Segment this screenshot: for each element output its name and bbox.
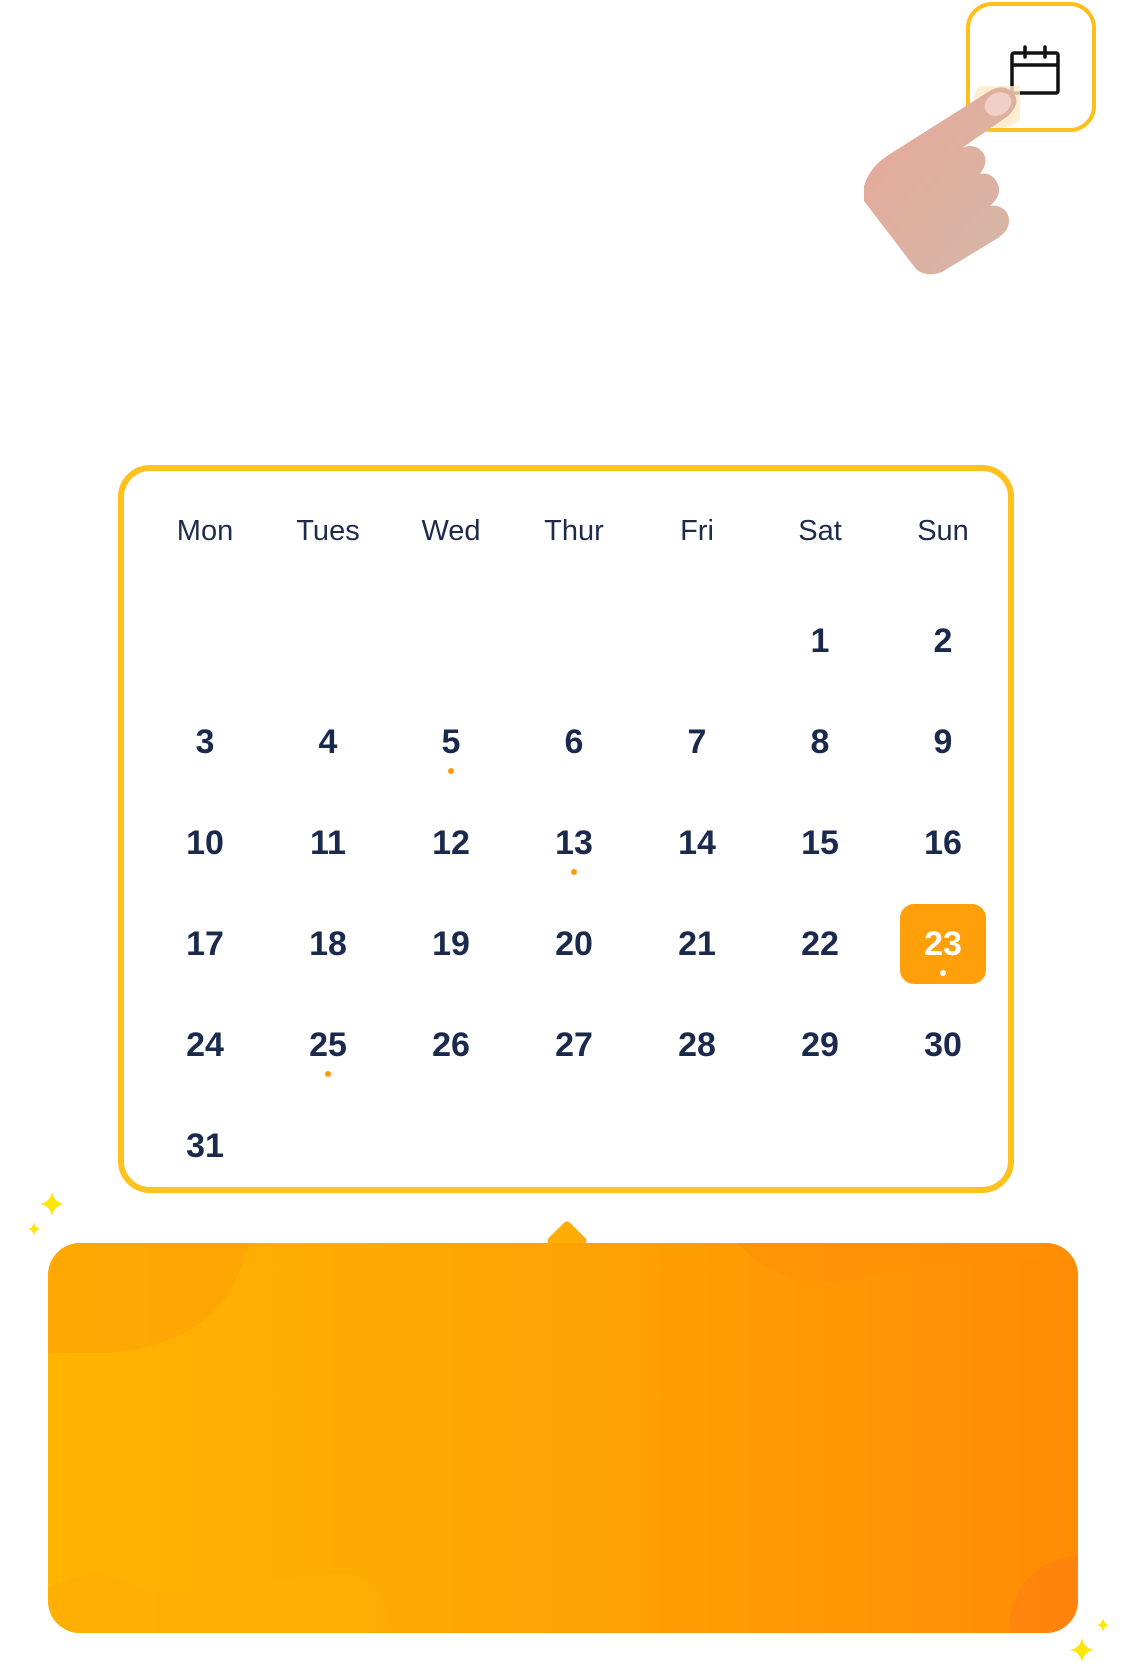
- day-number: 15: [801, 824, 839, 862]
- day-number: 29: [801, 1026, 839, 1064]
- day-cell[interactable]: 7: [654, 702, 740, 782]
- day-cell[interactable]: 4: [285, 702, 371, 782]
- sparkle-icon: [1070, 1618, 1109, 1662]
- event-dot: [325, 1071, 331, 1077]
- day-cell[interactable]: 16: [900, 803, 986, 883]
- day-number: 30: [924, 1026, 962, 1064]
- day-cell[interactable]: 29: [777, 1005, 863, 1085]
- weekday-label: Fri: [680, 515, 714, 547]
- event-dot: [940, 970, 946, 976]
- day-cell[interactable]: 11: [285, 803, 371, 883]
- day-number: 24: [186, 1026, 224, 1064]
- day-number: 9: [933, 723, 953, 761]
- day-cell[interactable]: 6: [531, 702, 617, 782]
- day-cell[interactable]: 2: [900, 601, 986, 681]
- day-cell[interactable]: 22: [777, 904, 863, 984]
- day-number: 28: [678, 1026, 716, 1064]
- day-number: 6: [564, 723, 584, 761]
- day-number: 14: [678, 824, 716, 862]
- weekday-label: Sat: [798, 515, 842, 547]
- day-cell[interactable]: 26: [408, 1005, 494, 1085]
- day-number: 10: [186, 824, 224, 862]
- day-number: 8: [810, 723, 830, 761]
- day-number: 18: [309, 925, 347, 963]
- day-cell[interactable]: 3: [162, 702, 248, 782]
- day-cell[interactable]: 19: [408, 904, 494, 984]
- pointing-hand-icon: [864, 86, 1020, 275]
- day-number: 2: [933, 622, 953, 660]
- day-number: 4: [318, 723, 338, 761]
- day-number: 17: [186, 925, 224, 963]
- day-number: 31: [186, 1127, 224, 1165]
- day-cell[interactable]: 31: [162, 1106, 248, 1186]
- weekday-header: Mon Tues Wed Thur Fri Sat Sun: [124, 515, 1008, 555]
- day-cell[interactable]: 18: [285, 904, 371, 984]
- day-cell[interactable]: 24: [162, 1005, 248, 1085]
- day-cell[interactable]: 21: [654, 904, 740, 984]
- weekday-label: Mon: [176, 515, 234, 547]
- day-number: 1: [810, 622, 830, 660]
- day-number: 11: [310, 824, 346, 862]
- event-dot: [571, 869, 577, 875]
- day-number: 23: [924, 925, 962, 963]
- day-number: 27: [555, 1026, 593, 1064]
- day-cell[interactable]: 27: [531, 1005, 617, 1085]
- day-cell[interactable]: 9: [900, 702, 986, 782]
- day-number: 22: [801, 925, 839, 963]
- day-cell[interactable]: 12: [408, 803, 494, 883]
- weekday-label: Tues: [296, 515, 360, 547]
- day-cell[interactable]: 28: [654, 1005, 740, 1085]
- day-cell[interactable]: 30: [900, 1005, 986, 1085]
- day-cell[interactable]: 10: [162, 803, 248, 883]
- weekday-label: Thur: [544, 515, 604, 547]
- day-number: 12: [432, 824, 470, 862]
- day-number: 26: [432, 1026, 470, 1064]
- day-cell[interactable]: 8: [777, 702, 863, 782]
- day-cell[interactable]: 14: [654, 803, 740, 883]
- day-cell[interactable]: 17: [162, 904, 248, 984]
- sparkle-icon: [28, 1192, 64, 1236]
- day-cell[interactable]: 20: [531, 904, 617, 984]
- day-cell[interactable]: 25: [285, 1005, 371, 1085]
- day-number: 5: [441, 723, 461, 761]
- day-number: 7: [687, 723, 707, 761]
- day-cell[interactable]: 13: [531, 803, 617, 883]
- day-number: 13: [555, 824, 593, 862]
- day-number: 20: [555, 925, 593, 963]
- day-cell[interactable]: 15: [777, 803, 863, 883]
- day-number: 16: [924, 824, 962, 862]
- day-number: 3: [195, 723, 215, 761]
- weekday-label: Wed: [421, 515, 481, 547]
- day-number: 25: [309, 1026, 347, 1064]
- day-number: 21: [678, 925, 716, 963]
- day-number: 19: [432, 925, 470, 963]
- day-cell-selected[interactable]: 23: [900, 904, 986, 984]
- info-panel: [48, 1243, 1078, 1633]
- day-cell[interactable]: 1: [777, 601, 863, 681]
- weekday-label: Sun: [917, 515, 969, 547]
- calendar-card: Mon Tues Wed Thur Fri Sat Sun 1 2 3 4 5 6 7 8 9 10 11 12 1…: [118, 465, 1014, 1193]
- event-dot: [448, 768, 454, 774]
- day-cell[interactable]: 5: [408, 702, 494, 782]
